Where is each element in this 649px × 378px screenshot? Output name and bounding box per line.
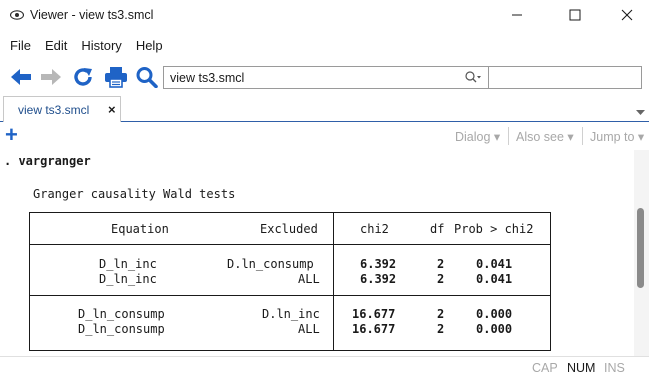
address-value: view ts3.smcl xyxy=(170,71,245,85)
find-input[interactable] xyxy=(489,66,642,89)
jump-to-dropdown[interactable]: Jump to ▾ xyxy=(590,129,644,144)
cell-df: 2 xyxy=(437,257,445,271)
scrollbar-thumb[interactable] xyxy=(637,208,644,288)
cell-excluded: D.ln_inc xyxy=(262,307,320,321)
col-chi2: chi2 xyxy=(360,222,389,236)
cell-prob: 0.000 xyxy=(476,322,513,336)
header-divider xyxy=(29,244,551,245)
cell-equation: D_ln_consump xyxy=(78,322,165,336)
cell-excluded: D.ln_consump xyxy=(227,257,314,271)
cell-equation: D_ln_inc xyxy=(99,272,157,286)
status-cap: CAP xyxy=(532,361,558,375)
menu-history[interactable]: History xyxy=(81,38,121,53)
print-icon[interactable] xyxy=(103,65,129,89)
tab-view-ts3[interactable]: view ts3.smcl × xyxy=(3,96,121,122)
cell-equation: D_ln_consump xyxy=(78,307,165,321)
close-button[interactable] xyxy=(604,0,649,30)
menu-help[interactable]: Help xyxy=(136,38,163,53)
tab-overflow-icon[interactable] xyxy=(636,104,645,119)
plus-icon[interactable]: + xyxy=(5,124,18,146)
output-pane[interactable]: . vargranger Granger causality Wald test… xyxy=(0,150,634,356)
address-input[interactable]: view ts3.smcl xyxy=(163,66,489,89)
cell-df: 2 xyxy=(437,307,445,321)
menu-file[interactable]: File xyxy=(10,38,31,53)
col-df: df xyxy=(430,222,445,236)
window-title: Viewer - view ts3.smcl xyxy=(30,8,154,22)
status-bar: CAP NUM INS xyxy=(0,356,649,378)
cell-chi2: 6.392 xyxy=(360,257,397,271)
cell-prob: 0.041 xyxy=(476,272,513,286)
separator xyxy=(508,127,509,145)
cell-excluded: ALL xyxy=(298,272,320,286)
viewer-toolbar: + Dialog ▾ Also see ▾ Jump to ▾ xyxy=(0,122,649,150)
menu-edit[interactable]: Edit xyxy=(45,38,67,53)
search-icon[interactable] xyxy=(134,65,160,89)
separator xyxy=(582,127,583,145)
cell-chi2: 6.392 xyxy=(360,272,397,286)
cell-chi2: 16.677 xyxy=(352,307,396,321)
cell-df: 2 xyxy=(437,322,445,336)
cell-chi2: 16.677 xyxy=(352,322,396,336)
cell-equation: D_ln_inc xyxy=(99,257,157,271)
eye-icon xyxy=(10,8,24,22)
column-divider xyxy=(333,212,334,351)
col-prob: Prob > chi2 xyxy=(454,222,534,236)
tab-label: view ts3.smcl xyxy=(18,103,90,117)
cell-excluded: ALL xyxy=(298,322,320,336)
table-title: Granger causality Wald tests xyxy=(33,187,236,201)
cell-df: 2 xyxy=(437,272,445,286)
menu-bar: File Edit History Help xyxy=(0,30,649,60)
also-see-dropdown[interactable]: Also see ▾ xyxy=(516,129,574,144)
dialog-dropdown[interactable]: Dialog ▾ xyxy=(455,129,500,144)
col-equation: Equation xyxy=(111,222,169,236)
cell-prob: 0.041 xyxy=(476,257,513,271)
maximize-button[interactable] xyxy=(552,0,598,30)
search-options-icon[interactable] xyxy=(464,70,482,87)
command-line: . vargranger xyxy=(4,154,91,168)
tab-close-icon[interactable]: × xyxy=(108,102,116,117)
refresh-icon[interactable] xyxy=(70,65,96,89)
back-arrow-icon[interactable] xyxy=(8,65,34,89)
forward-arrow-icon[interactable] xyxy=(38,65,64,89)
col-excluded: Excluded xyxy=(260,222,318,236)
group-divider xyxy=(29,295,551,296)
status-ins: INS xyxy=(604,361,625,375)
tab-strip: view ts3.smcl × xyxy=(0,96,649,122)
status-num: NUM xyxy=(567,361,596,375)
minimize-button[interactable] xyxy=(494,0,540,30)
cell-prob: 0.000 xyxy=(476,307,513,321)
